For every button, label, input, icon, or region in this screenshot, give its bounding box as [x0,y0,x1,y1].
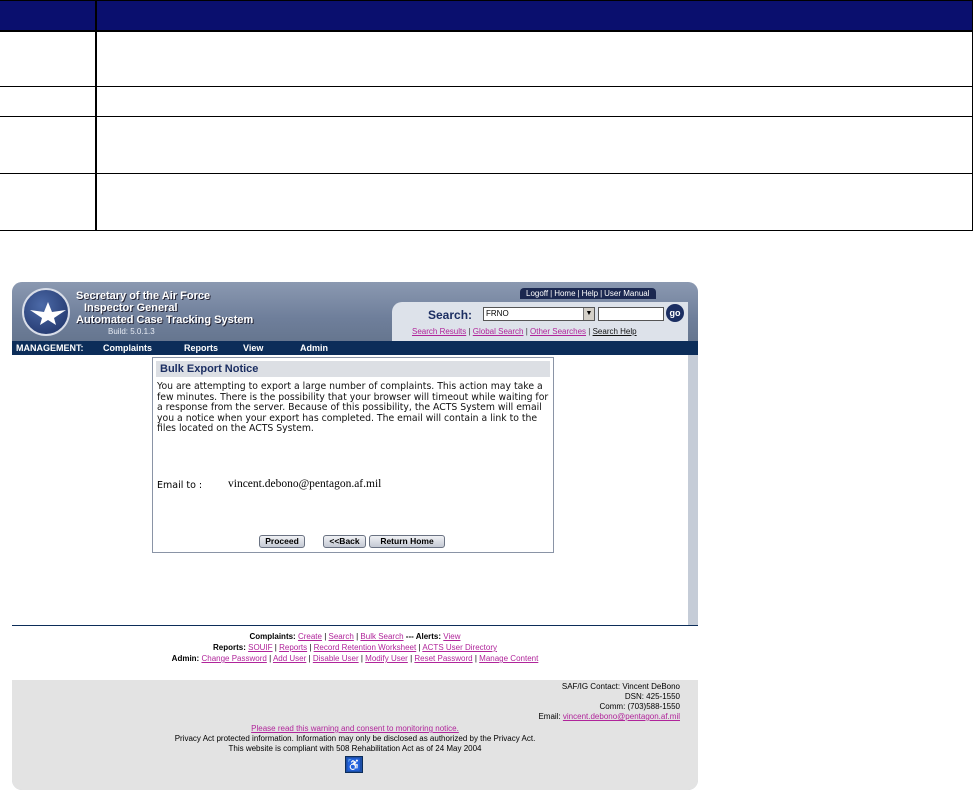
notice-message: You are attempting to export a large num… [157,381,549,434]
table-row [0,86,973,117]
contact-email-line: Email: vincent.debono@pentagon.af.mil [538,712,680,721]
footer-links: Complaints: Create | Search | Bulk Searc… [12,625,698,680]
contact-dsn: DSN: 425-1550 [624,692,680,701]
warning-consent-link[interactable]: Please read this warning and consent to … [251,724,459,733]
manage-content-link[interactable]: Manage Content [479,654,538,663]
main-content: Bulk Export Notice You are attempting to… [12,355,688,625]
search-help-link[interactable]: Search Help [593,327,637,336]
footer-reports-line: Reports: SOUIF | Reports | Record Retent… [212,643,497,652]
org-line-2: Inspector General [84,302,178,314]
nav-item-view[interactable]: View [243,341,263,355]
search-results-link[interactable]: Search Results [412,327,466,336]
add-user-link[interactable]: Add User [273,654,306,663]
user-manual-link[interactable]: User Manual [602,289,651,298]
main-nav: MANAGEMENT: Complaints Reports View Admi… [12,341,698,355]
bulk-export-notice-panel: Bulk Export Notice You are attempting to… [152,357,554,553]
back-button[interactable]: <<Back [323,535,366,548]
nav-item-complaints[interactable]: Complaints [103,341,152,355]
warning-line: Please read this warning and consent to … [12,724,698,733]
air-force-logo [22,288,70,336]
notice-title: Bulk Export Notice [156,361,550,377]
reset-password-link[interactable]: Reset Password [414,654,472,663]
header-cell [0,0,97,31]
create-link[interactable]: Create [298,632,322,641]
search-type-select[interactable]: FRNO ▼ [483,307,595,321]
footer-complaints-line: Complaints: Create | Search | Bulk Searc… [249,632,461,641]
email-label: Email to : [157,480,203,491]
contact-email-link[interactable]: vincent.debono@pentagon.af.mil [563,712,680,721]
table-row [0,116,973,174]
table-cell [96,116,973,174]
search-input[interactable] [598,307,664,321]
chevron-down-icon[interactable]: ▼ [583,308,594,320]
reports-link[interactable]: Reports [279,643,307,652]
table-cell [0,173,97,231]
header-banner: Secretary of the Air Force Inspector Gen… [12,282,698,341]
table-cell [96,173,973,231]
contact-footer: SAF/IG Contact: Vincent DeBono DSN: 425-… [12,680,698,790]
nav-label: MANAGEMENT: [16,343,84,353]
header-cell [96,0,973,31]
air-force-wings-icon [30,302,66,325]
org-line-3: Automated Case Tracking System [76,314,254,326]
bulk-search-link[interactable]: Bulk Search [360,632,403,641]
user-directory-link[interactable]: ACTS User Directory [422,643,497,652]
logoff-link[interactable]: Logoff [524,289,550,298]
souif-link[interactable]: SOUIF [248,643,272,652]
email-value: vincent.debono@pentagon.af.mil [228,478,382,490]
record-retention-link[interactable]: Record Retention Worksheet [314,643,417,652]
org-line-1: Secretary of the Air Force [76,290,211,302]
privacy-notice: Privacy Act protected information. Infor… [174,734,536,743]
other-searches-link[interactable]: Other Searches [530,327,586,336]
proceed-button[interactable]: Proceed [259,535,305,548]
app-screenshot: Secretary of the Air Force Inspector Gen… [12,282,698,790]
table-cell [96,30,973,87]
footer-admin-line: Admin: Change Password | Add User | Disa… [171,654,539,663]
change-password-link[interactable]: Change Password [201,654,266,663]
admin-label: Admin: [171,654,200,663]
build-number: Build: 5.0.1.3 [108,327,155,336]
accessibility-icon[interactable]: ♿ [345,756,363,773]
nav-item-reports[interactable]: Reports [184,341,218,355]
help-link[interactable]: Help [580,289,600,298]
table-row [0,30,973,87]
nav-item-admin[interactable]: Admin [300,341,328,355]
search-links: Search Results | Global Search | Other S… [412,327,637,336]
return-home-button[interactable]: Return Home [369,535,445,548]
search-link[interactable]: Search [329,632,354,641]
table-cell [96,86,973,117]
compliance-notice: This website is compliant with 508 Rehab… [228,744,482,753]
document-table [0,0,973,231]
search-label: Search: [428,308,473,322]
search-type-value: FRNO [486,309,509,318]
table-header-row [0,0,973,31]
alerts-view-link[interactable]: View [443,632,460,641]
search-panel: Search: FRNO ▼ go Search Results | Globa… [392,302,688,341]
table-cell [0,116,97,174]
go-button[interactable]: go [666,304,684,322]
top-links: Logoff | Home | Help | User Manual [520,288,656,299]
alerts-label: --- Alerts: [405,632,442,641]
global-search-link[interactable]: Global Search [473,327,524,336]
contact-comm: Comm: (703)588-1550 [599,702,680,711]
table-cell [0,30,97,87]
table-cell [0,86,97,117]
disable-user-link[interactable]: Disable User [313,654,359,663]
table-row [0,173,973,231]
modify-user-link[interactable]: Modify User [365,654,408,663]
complaints-label: Complaints: [249,632,296,641]
reports-label: Reports: [212,643,246,652]
contact-name: SAF/IG Contact: Vincent DeBono [561,682,680,691]
home-link[interactable]: Home [552,289,577,298]
contact-email-label: Email: [538,712,561,721]
